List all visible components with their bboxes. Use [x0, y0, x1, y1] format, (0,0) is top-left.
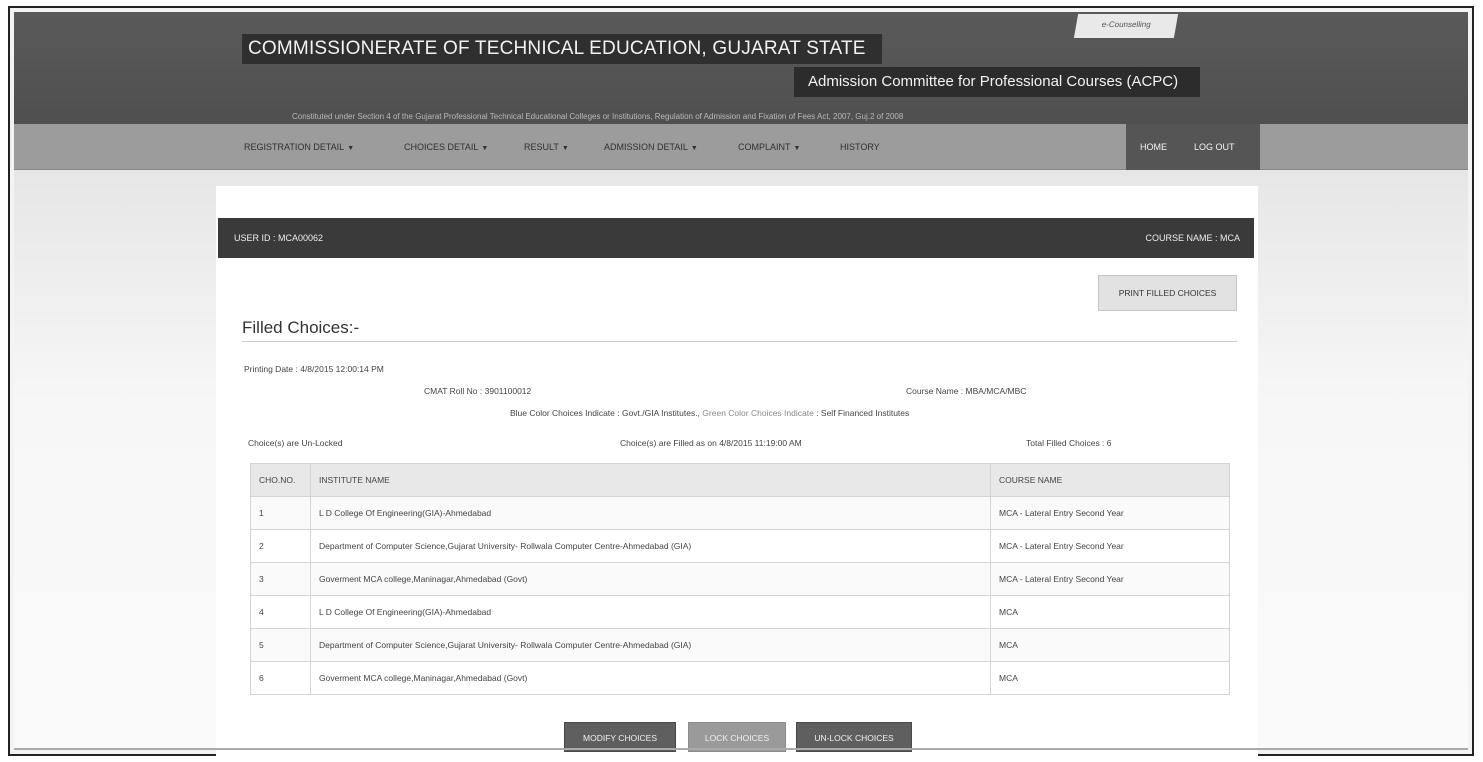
site-header: COMMISSIONERATE OF TECHNICAL EDUCATION, …	[14, 12, 1468, 136]
column-header: CHO.NO.	[250, 463, 311, 497]
nav-label: CHOICES DETAIL	[404, 142, 479, 152]
e-counselling-tab[interactable]: e-Counselling	[1073, 14, 1179, 38]
column-header: INSTITUTE NAME	[310, 463, 991, 497]
course-name: MCA	[990, 628, 1230, 662]
institute-name: Goverment MCA college,Maninagar,Ahmedaba…	[310, 661, 991, 695]
printing-date: Printing Date : 4/8/2015 12:00:14 PM	[244, 364, 384, 374]
chevron-down-icon: ▼	[793, 145, 801, 152]
total-filled-choices: Total Filled Choices : 6	[1026, 438, 1112, 448]
print-filled-choices-button[interactable]: PRINT FILLED CHOICES	[1098, 275, 1237, 311]
site-tagline: Constituted under Section 4 of the Gujar…	[292, 112, 904, 121]
bottom-divider	[14, 748, 1468, 750]
nav-result[interactable]: RESULT ▼	[524, 124, 569, 170]
table-row: 6 Goverment MCA college,Maninagar,Ahmeda…	[250, 661, 1230, 695]
choice-number: 3	[250, 562, 311, 596]
column-header: COURSE NAME	[990, 463, 1230, 497]
course-name: MCA	[990, 661, 1230, 695]
user-course-name: COURSE NAME : MCA	[1145, 233, 1240, 243]
choice-number: 1	[250, 496, 311, 530]
site-subtitle: Admission Committee for Professional Cou…	[794, 67, 1201, 97]
lock-status: Choice(s) are Un-Locked	[248, 438, 343, 448]
institute-name: Goverment MCA college,Maninagar,Ahmedaba…	[310, 562, 991, 596]
table-row: 5 Department of Computer Science,Gujarat…	[250, 628, 1230, 662]
course-name: MCA - Lateral Entry Second Year	[990, 496, 1230, 530]
nav-history[interactable]: HISTORY	[840, 124, 880, 170]
user-id: USER ID : MCA00062	[234, 233, 324, 243]
choice-number: 4	[250, 595, 311, 629]
table-header-row: CHO.NO. INSTITUTE NAME COURSE NAME	[250, 463, 1230, 497]
user-info-bar: USER ID : MCA00062 COURSE NAME : MCA	[218, 218, 1254, 258]
nav-label: REGISTRATION DETAIL	[244, 142, 345, 152]
legend-blue-text: Blue Color Choices Indicate : Govt./GIA …	[510, 408, 700, 418]
chevron-down-icon: ▼	[347, 145, 355, 152]
cmat-roll-no: CMAT Roll No : 3901100012	[424, 386, 532, 396]
legend-green-text: Green Color Choices Indicate	[702, 408, 814, 418]
main-nav: REGISTRATION DETAIL ▼ CHOICES DETAIL ▼ RES…	[14, 124, 1468, 170]
nav-logout[interactable]: LOG OUT	[1194, 124, 1235, 170]
course-name: MCA - Lateral Entry Second Year	[990, 562, 1230, 596]
chevron-down-icon: ▼	[481, 145, 489, 152]
table-row: 2 Department of Computer Science,Gujarat…	[250, 529, 1230, 563]
info-course-name: Course Name : MBA/MCA/MBC	[906, 386, 1027, 396]
site-title: COMMISSIONERATE OF TECHNICAL EDUCATION, …	[242, 34, 882, 64]
nav-label: RESULT	[524, 142, 559, 152]
section-title: Filled Choices:-	[242, 318, 360, 337]
nav-complaint[interactable]: COMPLAINT ▼	[738, 124, 800, 170]
filled-on-date: Choice(s) are Filled as on 4/8/2015 11:1…	[620, 438, 802, 448]
course-name: MCA - Lateral Entry Second Year	[990, 529, 1230, 563]
institute-name: L D College Of Engineering(GIA)-Ahmedaba…	[310, 595, 991, 629]
table-row: 3 Goverment MCA college,Maninagar,Ahmeda…	[250, 562, 1230, 596]
course-name: MCA	[990, 595, 1230, 629]
nav-home[interactable]: HOME	[1140, 124, 1167, 170]
institute-name: Department of Computer Science,Gujarat U…	[310, 628, 991, 662]
color-legend: Blue Color Choices Indicate : Govt./GIA …	[510, 408, 909, 418]
section-divider	[242, 341, 1237, 342]
nav-label: COMPLAINT	[738, 142, 791, 152]
nav-right-group: HOME LOG OUT	[1126, 124, 1260, 170]
table-row: 1 L D College Of Engineering(GIA)-Ahmeda…	[250, 496, 1230, 530]
chevron-down-icon: ▼	[690, 145, 698, 152]
choice-number: 2	[250, 529, 311, 563]
institute-name: L D College Of Engineering(GIA)-Ahmedaba…	[310, 496, 991, 530]
legend-green-value: : Self Financed Institutes	[816, 408, 910, 418]
table-row: 4 L D College Of Engineering(GIA)-Ahmeda…	[250, 595, 1230, 629]
filled-choices-table: CHO.NO. INSTITUTE NAME COURSE NAME 1 L D…	[250, 463, 1230, 695]
choice-number: 5	[250, 628, 311, 662]
choice-number: 6	[250, 661, 311, 695]
chevron-down-icon: ▼	[561, 145, 569, 152]
nav-registration-detail[interactable]: REGISTRATION DETAIL ▼	[244, 124, 354, 170]
institute-name: Department of Computer Science,Gujarat U…	[310, 529, 991, 563]
nav-label: ADMISSION DETAIL	[604, 142, 688, 152]
nav-choices-detail[interactable]: CHOICES DETAIL ▼	[404, 124, 488, 170]
nav-admission-detail[interactable]: ADMISSION DETAIL ▼	[604, 124, 698, 170]
